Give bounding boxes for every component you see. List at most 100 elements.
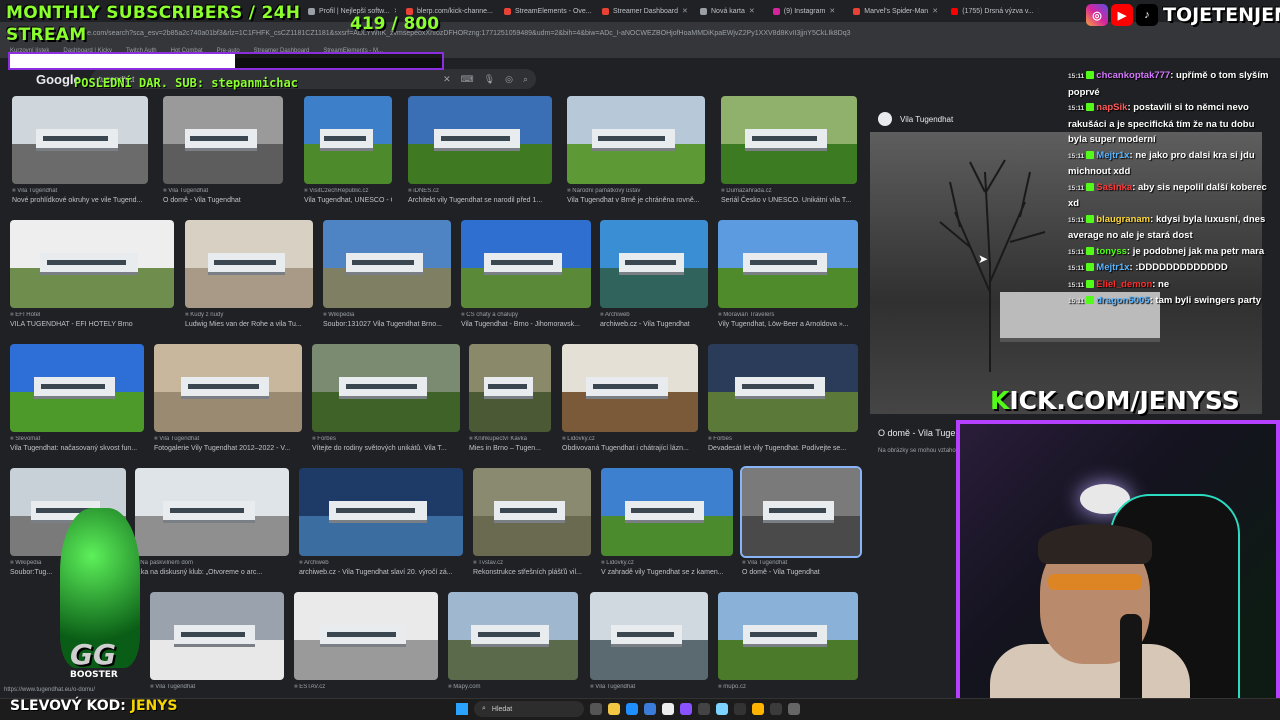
image-caption[interactable]: Dumazahrada.cz Seriál Česko v UNESCO. Uni…	[721, 188, 857, 204]
image-result[interactable]	[294, 592, 438, 680]
chrome-icon[interactable]	[662, 703, 674, 715]
image-caption[interactable]: Tvstav.cz Rekonstrukce střešních plášťů v…	[473, 560, 591, 576]
image-result[interactable]	[718, 220, 858, 308]
chat-username[interactable]: napSik	[1096, 102, 1127, 113]
image-result[interactable]	[12, 96, 148, 184]
image-result[interactable]	[590, 592, 708, 680]
image-caption[interactable]: mupo.cz	[718, 684, 858, 693]
chat-username[interactable]: blaugranam	[1096, 214, 1150, 225]
mic-icon[interactable]: 🎙	[484, 74, 495, 85]
chrome-active-icon[interactable]	[752, 703, 764, 715]
image-result[interactable]	[299, 468, 463, 556]
image-result[interactable]	[600, 220, 708, 308]
windows-start-icon[interactable]	[456, 703, 468, 715]
close-icon[interactable]: ✕	[682, 7, 688, 15]
task-view-icon[interactable]	[590, 703, 602, 715]
keyboard-icon[interactable]: ⌨	[461, 74, 474, 85]
image-caption[interactable]: Vila Tugendhat Fotogalerie Vily Tugendhat…	[154, 436, 302, 452]
image-caption[interactable]: EFI Hotel VILA TUGENDHAT - EFI HOTELY Brn…	[10, 312, 174, 328]
image-result[interactable]	[312, 344, 460, 432]
image-result[interactable]	[461, 220, 591, 308]
image-caption[interactable]: Vila Tugendhat O domě - Vila Tugendhat	[163, 188, 283, 204]
image-caption[interactable]: Archiweb archiweb.cz - Vila Tugendhat	[600, 312, 708, 328]
villa-shape	[591, 129, 675, 151]
image-caption[interactable]: Slevomat Vila Tugendhat: načasovaný skvos…	[10, 436, 144, 452]
image-caption[interactable]: Národní památkový ústav Vila Tugendhat v …	[567, 188, 705, 204]
browser-tab[interactable]: (9) Instagram ✕	[765, 2, 844, 20]
image-result[interactable]	[163, 96, 283, 184]
image-caption[interactable]: Forbes Vítejte do rodiny světových unikát…	[312, 436, 460, 452]
image-result[interactable]	[601, 468, 733, 556]
image-result[interactable]	[469, 344, 551, 432]
image-result[interactable]	[562, 344, 698, 432]
image-caption[interactable]: VisitCzechRepublic.cz Vila Tugendhat, UNE…	[304, 188, 392, 204]
chat-username[interactable]: chcankoptak777	[1096, 70, 1170, 81]
image-caption[interactable]: Lidovky.cz Obdivovaná Tugendhat i chátraj…	[562, 436, 698, 452]
image-result[interactable]	[721, 96, 857, 184]
image-result[interactable]	[150, 592, 284, 680]
chat-username[interactable]: Mejtr1x	[1096, 150, 1129, 161]
image-result[interactable]	[154, 344, 302, 432]
image-caption[interactable]: iDNES.cz Architekt vily Tugendhat se naro…	[408, 188, 552, 204]
image-result[interactable]	[185, 220, 313, 308]
app-icon[interactable]	[698, 703, 710, 715]
store-icon[interactable]	[644, 703, 656, 715]
taskbar-search[interactable]: ⌕ Hledat	[474, 701, 584, 717]
close-icon[interactable]: ✕	[1038, 7, 1040, 15]
file-explorer-icon[interactable]	[608, 703, 620, 715]
browser-tab[interactable]: Nová karta ✕	[692, 2, 763, 20]
lens-icon[interactable]: ◎	[505, 74, 513, 85]
image-result[interactable]	[473, 468, 591, 556]
obs-icon[interactable]	[734, 703, 746, 715]
image-result[interactable]	[408, 96, 552, 184]
preview-title[interactable]: O domě - Vila Tuge...	[878, 428, 963, 438]
image-result[interactable]	[718, 592, 858, 680]
app-icon[interactable]	[770, 703, 782, 715]
browser-tab[interactable]: (1755) Drsná výzva v... ✕	[943, 2, 1039, 20]
image-title: Vily Tugendhat, Löw-Beer a Arnoldova »..…	[718, 321, 849, 328]
image-caption[interactable]: Vila Tugendhat O domě - Vila Tugendhat	[742, 560, 860, 576]
image-caption[interactable]: ESTAV.cz	[294, 684, 438, 693]
image-title: Mies in Brno – Tugen...	[469, 445, 541, 452]
image-caption[interactable]: Vila Tugendhat	[590, 684, 708, 693]
image-result[interactable]	[304, 96, 392, 184]
clear-icon[interactable]: ✕	[443, 74, 451, 85]
image-caption[interactable]: Forbes Devadesát let vily Tugendhat. Podí…	[708, 436, 858, 452]
image-caption[interactable]: Kudy z nudy Ludwig Mies van der Rohe a vi…	[185, 312, 313, 328]
close-icon[interactable]: ✕	[829, 7, 835, 15]
image-caption[interactable]: Lidovky.cz V zahradě vily Tugendhat se z …	[601, 560, 733, 576]
subscriber-badge-icon	[1086, 279, 1095, 288]
app-icon[interactable]	[716, 703, 728, 715]
preview-site[interactable]: Vila Tugendhat	[878, 112, 953, 126]
image-result[interactable]	[740, 466, 862, 558]
image-result[interactable]	[10, 344, 144, 432]
image-result[interactable]	[10, 220, 174, 308]
chat-username[interactable]: tonyss	[1096, 246, 1127, 257]
image-result[interactable]	[567, 96, 705, 184]
calculator-icon[interactable]	[788, 703, 800, 715]
discord-icon[interactable]	[680, 703, 692, 715]
edge-icon[interactable]	[626, 703, 638, 715]
image-caption[interactable]: Vila Tugendhat	[150, 684, 284, 693]
image-result[interactable]	[323, 220, 451, 308]
browser-tab[interactable]: StreamElements - Ove...✕	[496, 2, 592, 20]
browser-tab[interactable]: Streamer Dashboard ✕	[594, 2, 690, 20]
image-caption[interactable]: CS chaty a chalupy Vila Tugendhat - Brno …	[461, 312, 591, 328]
close-icon[interactable]: ✕	[749, 7, 755, 15]
browser-tab[interactable]: Marvel's Spider-Man ✕	[845, 2, 941, 20]
chat-username[interactable]: Mejtr1x	[1096, 262, 1129, 273]
image-caption[interactable]: Moravian Travelers Vily Tugendhat, Löw-Be…	[718, 312, 858, 328]
chat-username[interactable]: Eliel_demon	[1096, 279, 1152, 290]
search-icon[interactable]: ⌕	[523, 74, 528, 85]
chat-time: 15:11	[1068, 184, 1085, 192]
image-caption[interactable]: Mapy.com	[448, 684, 578, 693]
image-result[interactable]	[708, 344, 858, 432]
image-caption[interactable]: Vila Tugendhat Nové prohlídkové okruhy ve…	[12, 188, 148, 204]
chat-username[interactable]: dragon5005	[1096, 295, 1149, 306]
image-caption[interactable]: Archiweb archiweb.cz - Vila Tugendhat sla…	[299, 560, 463, 576]
image-caption[interactable]: Knihkupectví Kavka Mies in Brno – Tugen..…	[469, 436, 551, 452]
image-caption[interactable]: Wikipedia Soubor:131027 Vila Tugendhat Br…	[323, 312, 451, 328]
chat-username[interactable]: Sašinka	[1096, 182, 1132, 193]
image-result[interactable]	[448, 592, 578, 680]
close-icon[interactable]: ✕	[932, 7, 938, 15]
